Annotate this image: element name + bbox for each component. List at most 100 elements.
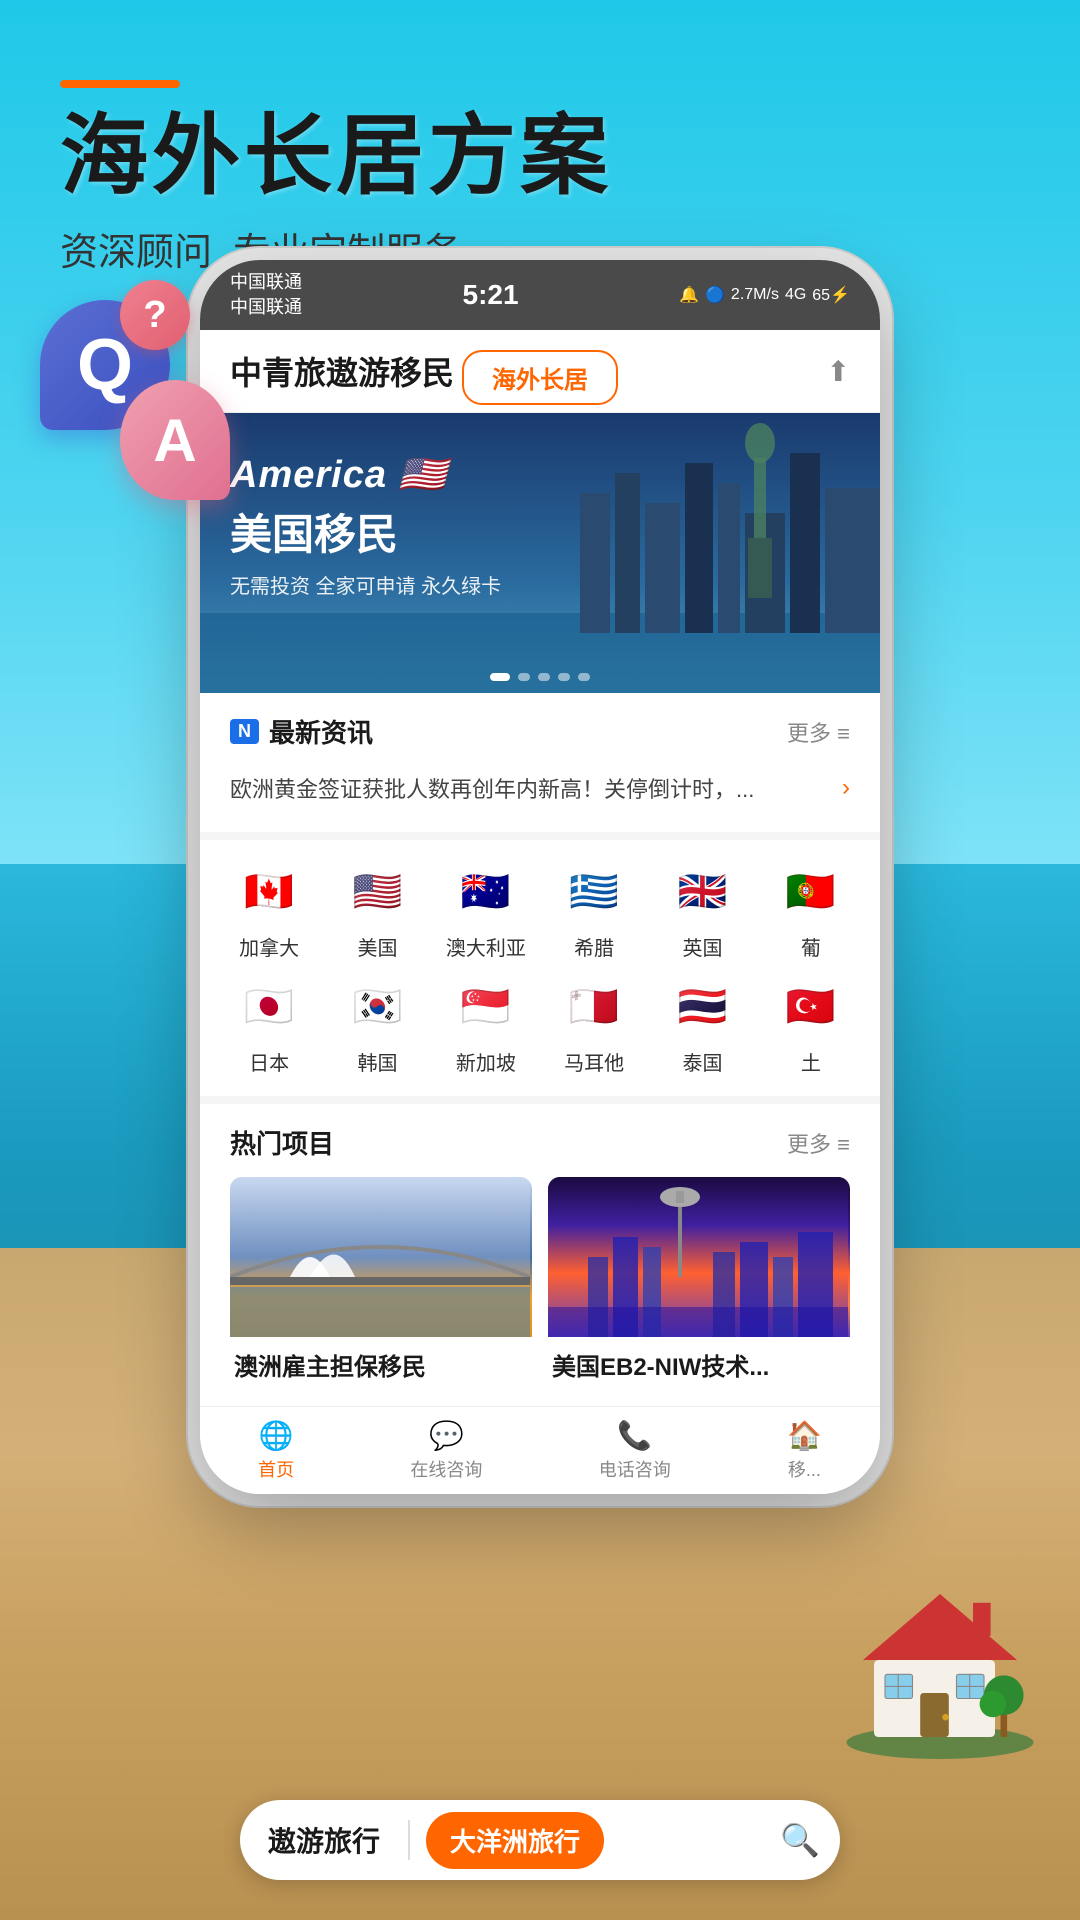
n-badge: N xyxy=(230,719,259,744)
banner-dots xyxy=(490,673,590,681)
accent-line xyxy=(60,80,180,88)
country-flag-11: 🇹🇷 xyxy=(776,971,846,1041)
country-item-9[interactable]: 🇲🇹 马耳他 xyxy=(545,971,643,1076)
country-item-10[interactable]: 🇹🇭 泰国 xyxy=(653,971,751,1076)
notification-icon: 🔔 xyxy=(679,285,699,305)
country-item-4[interactable]: 🇬🇧 英国 xyxy=(653,856,751,961)
country-flag-1: 🇺🇸 xyxy=(342,856,412,926)
project-title-2: 美国EB2-NIW技术... xyxy=(548,1337,850,1386)
country-name-2: 澳大利亚 xyxy=(446,932,526,961)
hero-main-text: America 🇺🇸 xyxy=(230,453,501,497)
country-flag-6: 🇯🇵 xyxy=(234,971,304,1041)
country-flag-7: 🇰🇷 xyxy=(342,971,412,1041)
country-name-6: 日本 xyxy=(249,1047,289,1076)
country-name-4: 英国 xyxy=(682,932,722,961)
nav-item-2[interactable]: 📞 电话咨询 xyxy=(599,1419,671,1482)
nav-icon-0: 🌐 xyxy=(259,1419,294,1452)
a-bubble: A xyxy=(120,380,230,500)
sydney-bg xyxy=(230,1177,532,1337)
country-flag-9: 🇲🇹 xyxy=(559,971,629,1041)
country-item-0[interactable]: 🇨🇦 加拿大 xyxy=(220,856,318,961)
battery-icon: 65⚡ xyxy=(812,285,850,305)
country-name-3: 希腊 xyxy=(574,932,614,961)
news-arrow-icon: › xyxy=(842,774,850,802)
nav-label-1: 在线咨询 xyxy=(410,1456,482,1482)
news-more-link[interactable]: 更多 ≡ xyxy=(787,716,850,748)
projects-more-link[interactable]: 更多 ≡ xyxy=(787,1127,850,1159)
country-flag-4: 🇬🇧 xyxy=(667,856,737,926)
country-name-7: 韩国 xyxy=(357,1047,397,1076)
search-brand: 遨游旅行 xyxy=(240,1820,408,1860)
country-flag-10: 🇹🇭 xyxy=(667,971,737,1041)
country-item-11[interactable]: 🇹🇷 土 xyxy=(762,971,860,1076)
house-icon xyxy=(830,1560,1050,1760)
sydney-scene xyxy=(230,1177,532,1337)
status-icons: 🔔 🔵 2.7M/s 4G 65⚡ xyxy=(679,285,850,305)
search-icon[interactable]: 🔍 xyxy=(780,1821,820,1859)
bottom-search-bar[interactable]: 遨游旅行 大洋洲旅行 🔍 xyxy=(240,1800,840,1880)
project-card-1[interactable]: 澳洲雇主担保移民 xyxy=(230,1177,532,1386)
search-tag[interactable]: 大洋洲旅行 xyxy=(426,1812,604,1869)
news-header: N 最新资讯 更多 ≡ xyxy=(230,713,850,750)
country-item-2[interactable]: 🇦🇺 澳大利亚 xyxy=(437,856,535,961)
country-item-5[interactable]: 🇵🇹 葡 xyxy=(762,856,860,961)
country-item-1[interactable]: 🇺🇸 美国 xyxy=(328,856,426,961)
nav-item-3[interactable]: 🏠 移... xyxy=(787,1419,822,1482)
search-divider xyxy=(408,1820,410,1860)
project-title-1: 澳洲雇主担保移民 xyxy=(230,1337,532,1386)
dot-5 xyxy=(578,673,590,681)
nav-label-3: 移... xyxy=(788,1456,821,1482)
question-mark-bubble: ? xyxy=(120,280,190,350)
country-flag-5: 🇵🇹 xyxy=(776,856,846,926)
status-time: 5:21 xyxy=(463,279,519,311)
wifi-icon: 2.7M/s xyxy=(731,286,779,304)
countries-grid: 🇨🇦 加拿大 🇺🇸 美国 🇦🇺 澳大利亚 🇬🇷 希腊 🇬🇧 英国 🇵🇹 葡 🇯🇵… xyxy=(220,856,860,1076)
country-name-5: 葡 xyxy=(801,932,821,961)
projects-header: 热门项目 更多 ≡ xyxy=(230,1124,850,1161)
share-icon[interactable]: ⬆ xyxy=(827,355,850,388)
country-name-9: 马耳他 xyxy=(564,1047,624,1076)
news-title: N 最新资讯 xyxy=(230,713,373,750)
project-image-1 xyxy=(230,1177,532,1337)
banner-tag: 海外长居 xyxy=(462,350,618,405)
country-flag-2: 🇦🇺 xyxy=(451,856,521,926)
hero-banner[interactable]: America 🇺🇸 美国移民 无需投资 全家可申请 永久绿卡 xyxy=(200,413,880,693)
nav-icon-1: 💬 xyxy=(429,1419,464,1452)
hero-text: America 🇺🇸 美国移民 无需投资 全家可申请 永久绿卡 xyxy=(230,453,501,599)
country-item-8[interactable]: 🇸🇬 新加坡 xyxy=(437,971,535,1076)
status-bar: 中国联通 中国联通 5:21 🔔 🔵 2.7M/s 4G 65⚡ xyxy=(200,260,880,330)
header-area: 海外长居方案 资深顾问, 专业定制服务 xyxy=(60,80,612,276)
country-item-7[interactable]: 🇰🇷 韩国 xyxy=(328,971,426,1076)
dot-3 xyxy=(538,673,550,681)
phone-mockup: 中国联通 中国联通 5:21 🔔 🔵 2.7M/s 4G 65⚡ 中青旅遨游移民… xyxy=(200,260,880,1494)
dot-1 xyxy=(490,673,510,681)
country-name-8: 新加坡 xyxy=(456,1047,516,1076)
projects-grid: 澳洲雇主担保移民 xyxy=(230,1177,850,1386)
carrier-info: 中国联通 中国联通 xyxy=(230,270,302,320)
dot-4 xyxy=(558,673,570,681)
hero-desc: 无需投资 全家可申请 永久绿卡 xyxy=(230,570,501,599)
hero-sub-text: 美国移民 xyxy=(230,501,501,562)
nav-label-0: 首页 xyxy=(258,1456,294,1482)
news-section: N 最新资讯 更多 ≡ 欧洲黄金签证获批人数再创年内新高！关停倒计时，... › xyxy=(200,693,880,832)
house-decoration xyxy=(830,1560,1050,1760)
projects-title: 热门项目 xyxy=(230,1124,334,1161)
country-flag-3: 🇬🇷 xyxy=(559,856,629,926)
news-item[interactable]: 欧洲黄金签证获批人数再创年内新高！关停倒计时，... › xyxy=(230,764,850,812)
nav-item-0[interactable]: 🌐 首页 xyxy=(258,1419,294,1482)
country-name-11: 土 xyxy=(801,1047,821,1076)
nav-item-1[interactable]: 💬 在线咨询 xyxy=(410,1419,482,1482)
bluetooth-icon: 🔵 xyxy=(705,285,725,305)
country-flag-0: 🇨🇦 xyxy=(234,856,304,926)
country-item-6[interactable]: 🇯🇵 日本 xyxy=(220,971,318,1076)
project-card-2[interactable]: 美国EB2-NIW技术... xyxy=(548,1177,850,1386)
country-name-10: 泰国 xyxy=(682,1047,722,1076)
projects-section: 热门项目 更多 ≡ xyxy=(200,1096,880,1406)
countries-section: 🇨🇦 加拿大 🇺🇸 美国 🇦🇺 澳大利亚 🇬🇷 希腊 🇬🇧 英国 🇵🇹 葡 🇯🇵… xyxy=(200,832,880,1096)
country-name-0: 加拿大 xyxy=(239,932,299,961)
nav-icon-3: 🏠 xyxy=(787,1419,822,1452)
app-title: 中青旅遨游移民 xyxy=(230,348,454,394)
nav-icon-2: 📞 xyxy=(617,1419,652,1452)
country-item-3[interactable]: 🇬🇷 希腊 xyxy=(545,856,643,961)
bottom-nav: 🌐 首页 💬 在线咨询 📞 电话咨询 🏠 移... xyxy=(200,1406,880,1494)
